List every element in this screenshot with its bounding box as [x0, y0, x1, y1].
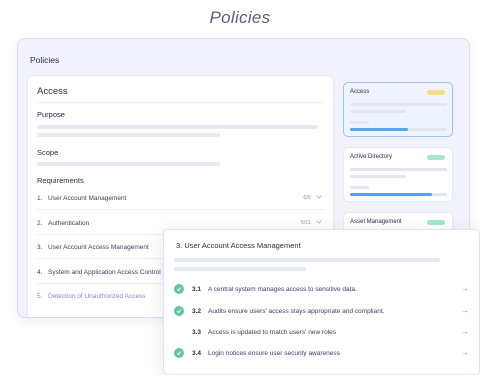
subrequirement-number: 3.3	[192, 329, 202, 336]
side-card-title: Asset Management	[350, 219, 402, 225]
scope-label: Scope	[37, 148, 59, 157]
divider	[37, 209, 325, 210]
status-badge	[427, 155, 445, 160]
purpose-text-placeholder	[37, 125, 318, 129]
requirements-label: Requirements	[37, 176, 84, 185]
side-card-access[interactable]: Access	[343, 82, 453, 137]
text-placeholder	[350, 186, 369, 189]
subrequirement-item[interactable]: 3.2 Audits ensure users' access stays ap…	[174, 305, 471, 319]
requirement-label: User Account Management	[48, 195, 127, 202]
progress-bar	[350, 193, 447, 196]
progress-bar	[350, 128, 447, 131]
requirement-count: 6/6	[303, 195, 311, 201]
requirement-label: System and Application Access Control	[48, 269, 161, 276]
subrequirement-text: Audits ensure users' access stays approp…	[208, 308, 385, 315]
subrequirement-item[interactable]: 3.4 Login notices ensure user security a…	[174, 347, 471, 361]
text-placeholder	[350, 110, 406, 113]
arrow-right-icon[interactable]: →	[461, 306, 469, 315]
requirement-label: Detection of Unauthorized Access	[48, 293, 146, 300]
subrequirement-text: Login notices ensure user security aware…	[208, 350, 340, 357]
text-placeholder	[174, 258, 440, 262]
subrequirement-item[interactable]: 3.3 Access is updated to match users' ne…	[174, 326, 471, 340]
purpose-text-placeholder	[37, 133, 220, 137]
side-card-title: Access	[350, 89, 370, 95]
requirement-label: User Account Access Management	[48, 244, 149, 251]
divider	[37, 102, 324, 103]
requirement-number: 3.	[37, 244, 43, 251]
text-placeholder	[350, 175, 406, 178]
progress-fill	[350, 193, 433, 196]
check-circle-icon	[174, 348, 184, 358]
page-heading: Policies	[209, 8, 271, 27]
text-placeholder	[350, 121, 369, 124]
text-placeholder	[350, 168, 447, 171]
window-title: Policies	[30, 55, 60, 65]
chevron-down-icon[interactable]	[315, 218, 323, 226]
subrequirement-text: Access is updated to match users' new ro…	[208, 329, 337, 336]
check-circle-icon	[174, 284, 184, 294]
chevron-down-icon[interactable]	[315, 193, 323, 201]
requirement-number: 2.	[37, 220, 43, 227]
subrequirement-number: 3.4	[192, 350, 202, 357]
requirement-number: 5.	[37, 293, 43, 300]
side-card-title: Active Directory	[350, 154, 393, 160]
popover-title: 3. User Account Access Management	[176, 241, 301, 250]
policy-title: Access	[37, 86, 68, 97]
scope-text-placeholder	[37, 162, 220, 166]
check-circle-icon	[174, 306, 184, 316]
requirement-number: 1.	[37, 195, 43, 202]
requirement-label: Authentication	[48, 220, 90, 227]
side-card-active-directory[interactable]: Active Directory	[343, 147, 453, 202]
requirement-detail-popover: 3. User Account Access Management 3.1 A …	[163, 229, 480, 375]
arrow-right-icon[interactable]: →	[461, 284, 469, 293]
subrequirement-number: 3.1	[192, 286, 202, 293]
subrequirement-number: 3.2	[192, 308, 202, 315]
progress-fill	[350, 128, 409, 131]
text-placeholder	[350, 103, 447, 106]
requirement-number: 4.	[37, 269, 43, 276]
text-placeholder	[174, 267, 306, 271]
requirement-item[interactable]: 1. User Account Management 6/6	[37, 192, 325, 206]
purpose-label: Purpose	[37, 110, 65, 119]
arrow-right-icon[interactable]: →	[461, 327, 469, 336]
requirement-count: 5/11	[300, 220, 311, 226]
status-badge	[427, 90, 445, 95]
status-badge	[427, 220, 445, 225]
subrequirement-item[interactable]: 3.1 A central system manages access to s…	[174, 283, 471, 297]
arrow-right-icon[interactable]: →	[461, 348, 469, 357]
subrequirement-text: A central system manages access to sensi…	[208, 286, 357, 293]
